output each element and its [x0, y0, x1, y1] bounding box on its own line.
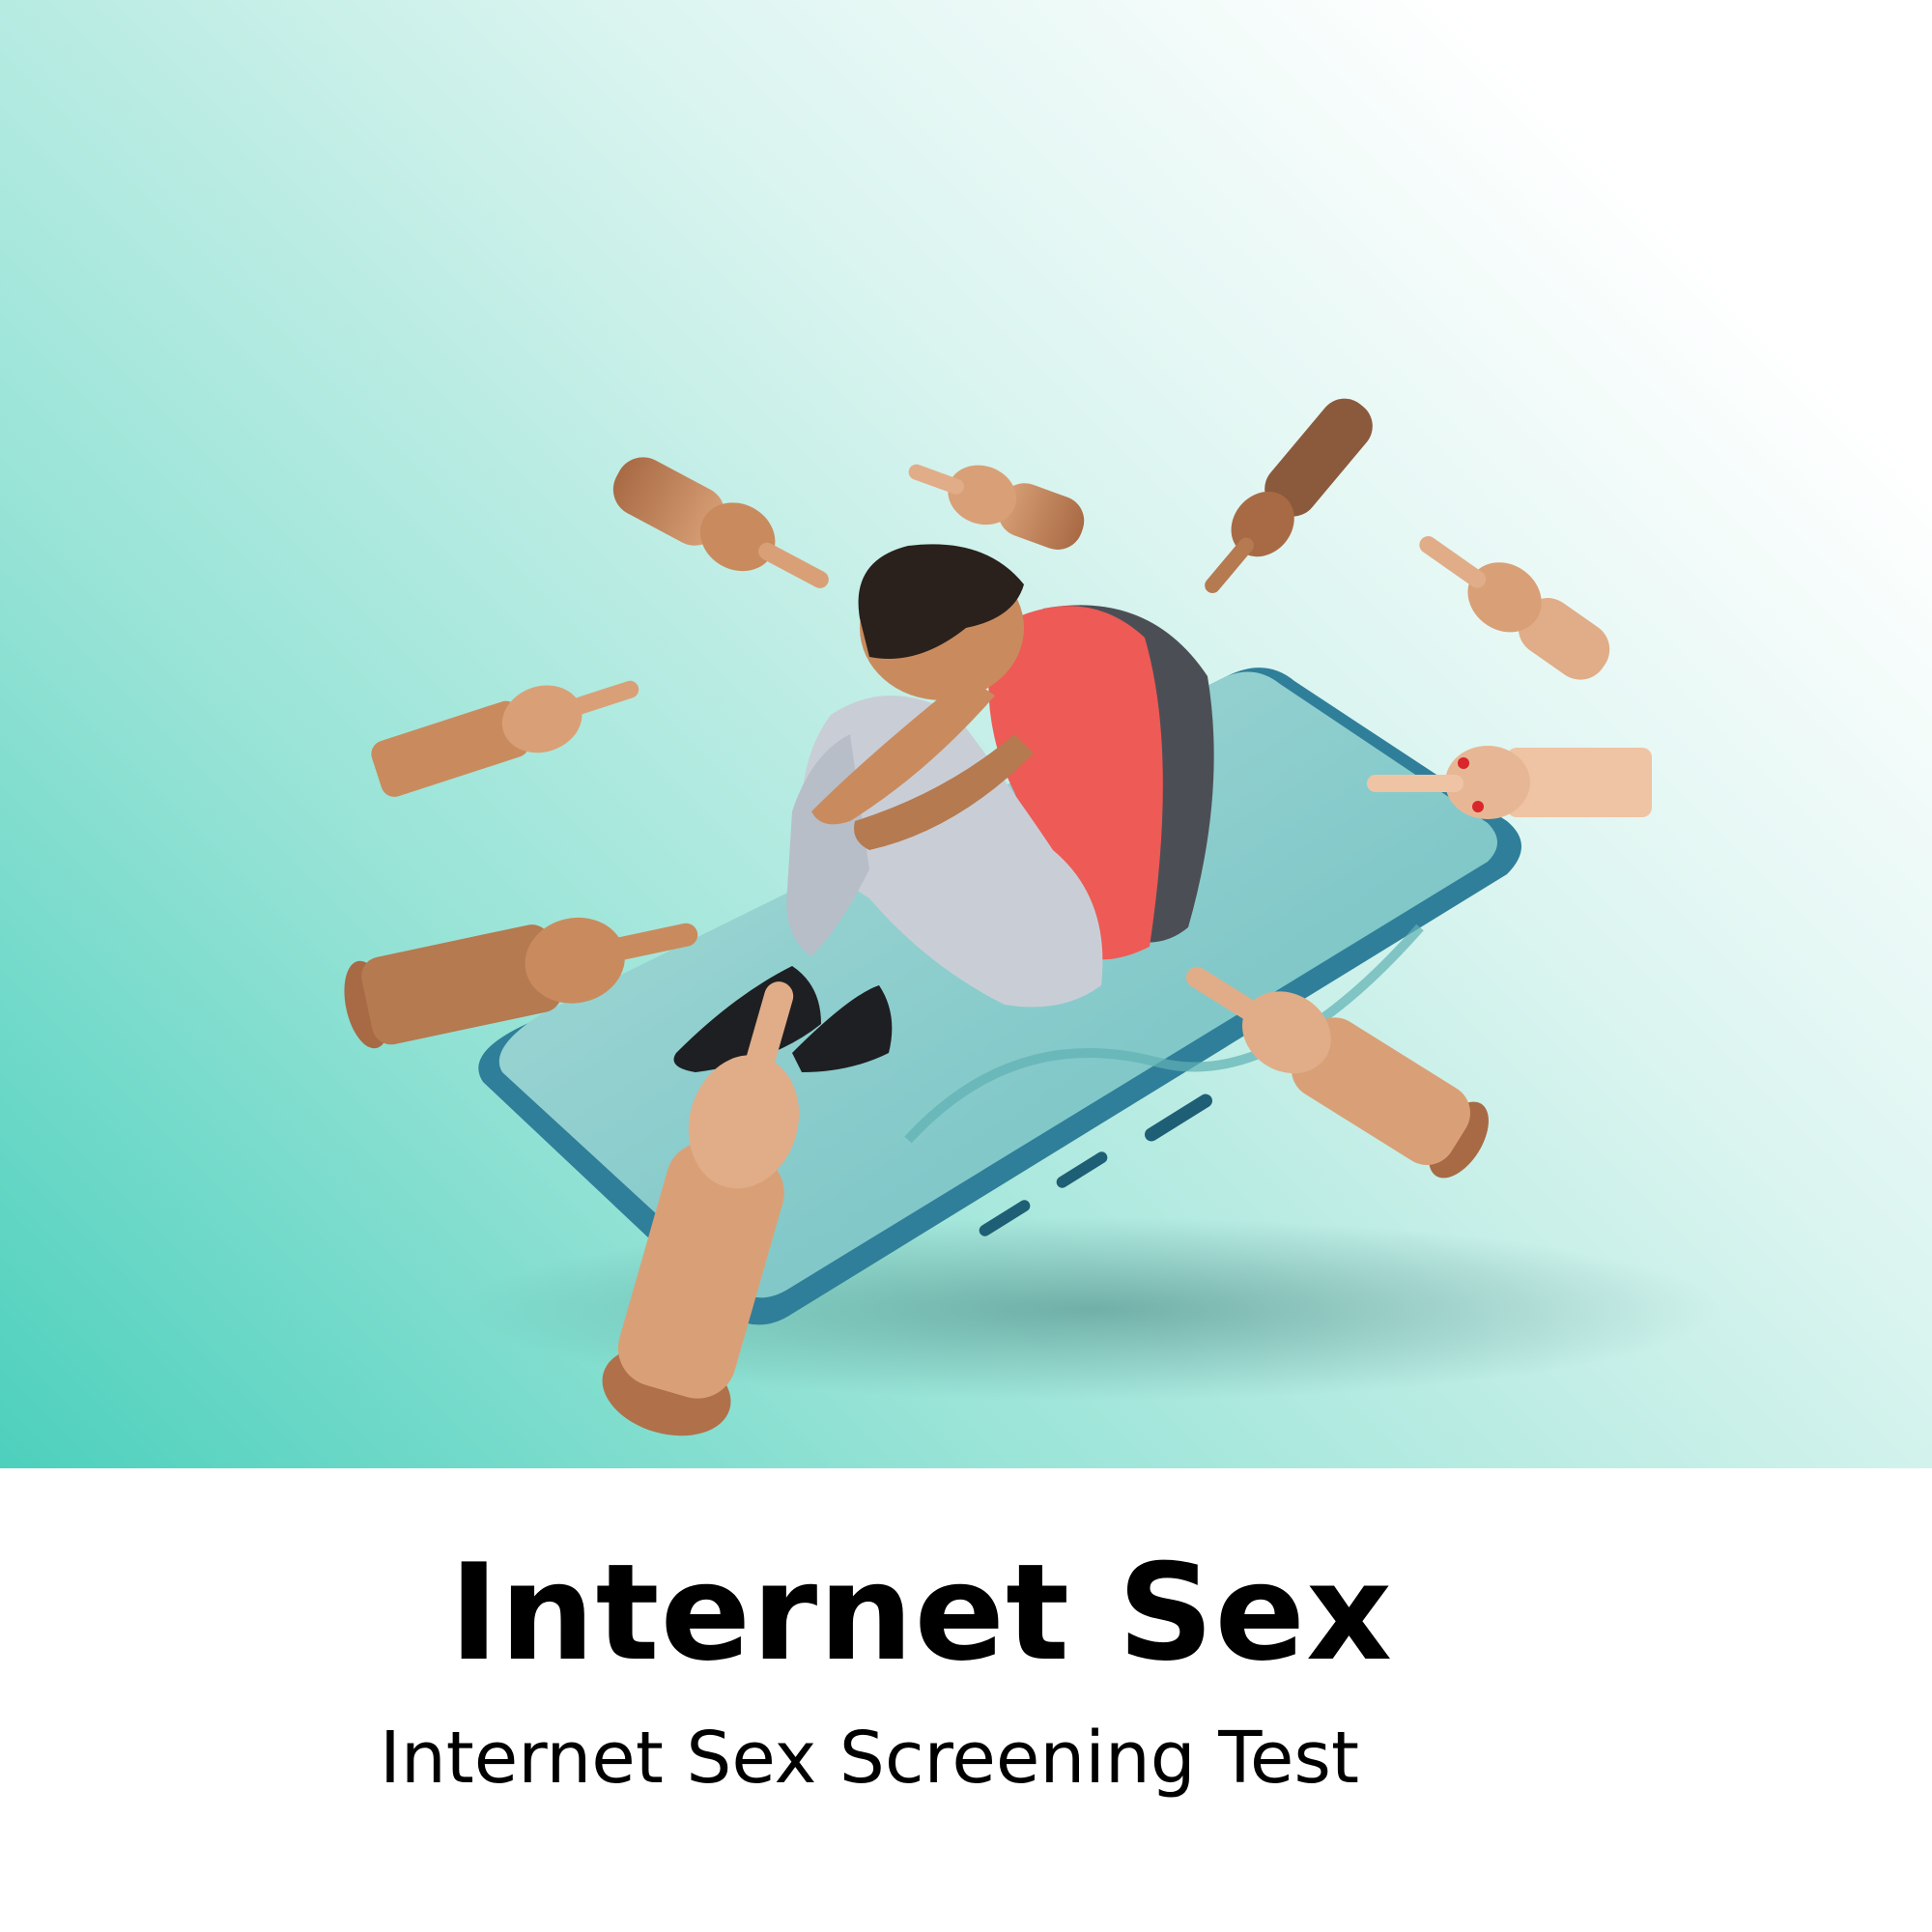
illustration-svg [344, 398, 1719, 1436]
hand-icon [1205, 398, 1373, 594]
banner-title: Internet Sex [449, 1535, 1394, 1690]
hand-icon [1419, 536, 1610, 680]
hand-icon [908, 464, 1085, 550]
hand-icon [371, 680, 639, 797]
hand-icon [612, 457, 829, 588]
hero-illustration [0, 0, 1932, 1468]
banner-subtitle: Internet Sex Screening Test [380, 1717, 1359, 1800]
